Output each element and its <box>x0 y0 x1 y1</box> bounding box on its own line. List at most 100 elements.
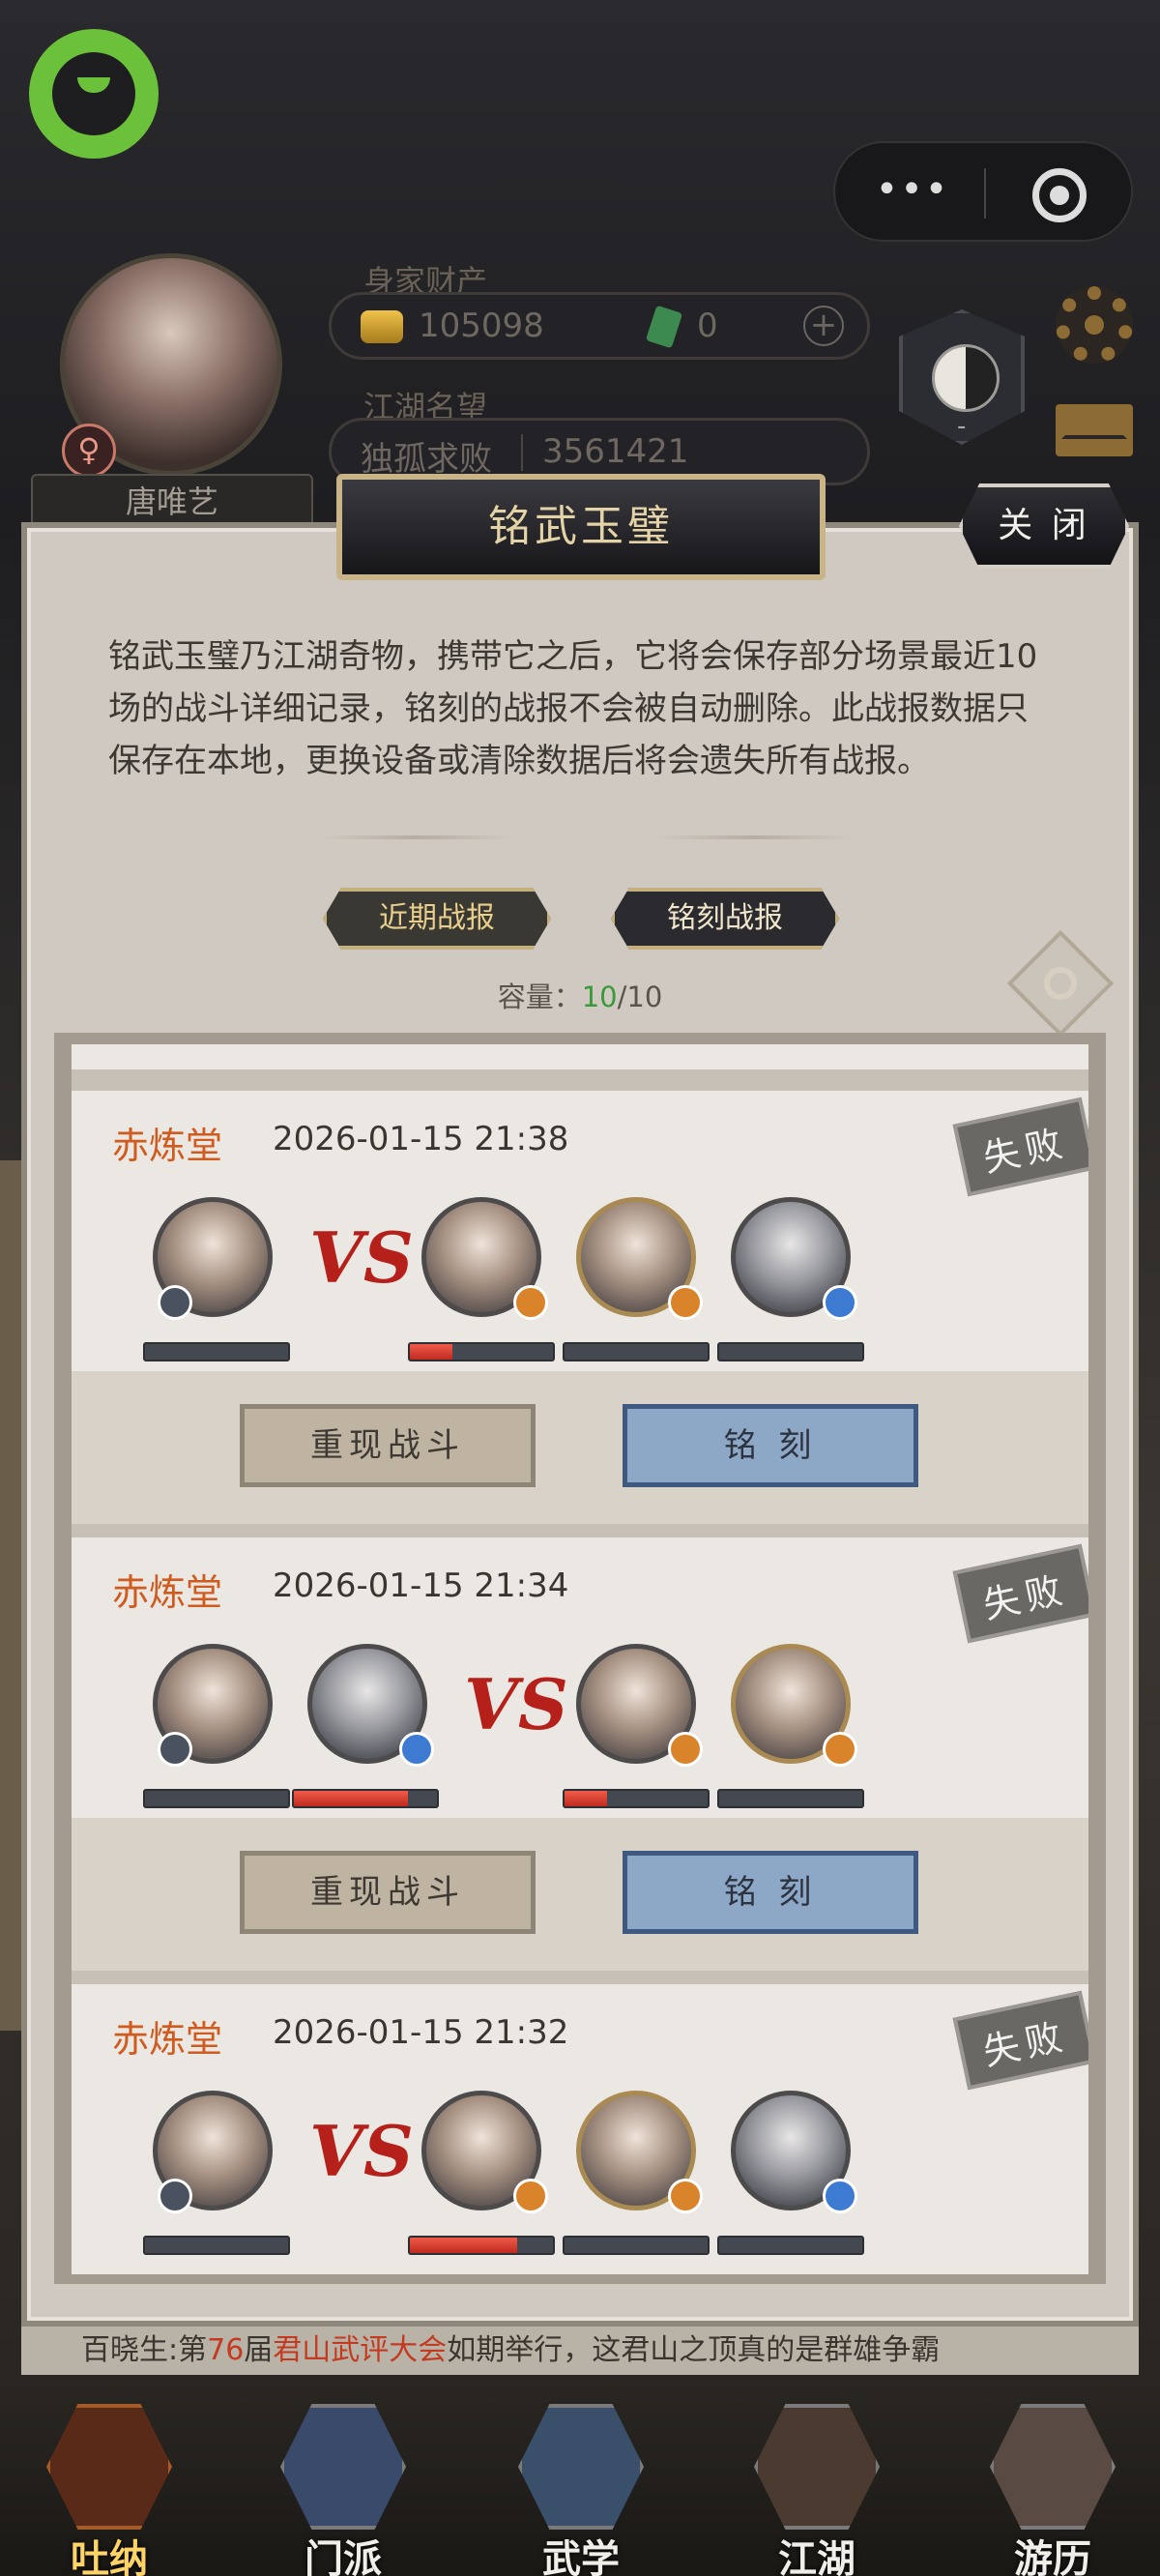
capsule-divider <box>984 168 986 219</box>
nav-item-travel[interactable]: 游历 <box>971 2396 1135 2576</box>
result-stamp: 失败 <box>952 1990 1088 2091</box>
battle-report-card: 赤炼堂 2026-01-15 21:38 失败 VS 重现战斗 铭 刻 <box>72 1091 1088 1524</box>
jade-amount: 0 <box>697 307 718 345</box>
enemy-hero-avatar[interactable] <box>731 1197 857 1320</box>
news-ticker: 百晓生:第76届君山武评大会如期举行，这君山之顶真的是群雄争霸 <box>21 2327 1139 2375</box>
hp-bar <box>143 2236 290 2255</box>
ally-hero-avatar[interactable] <box>153 2091 273 2213</box>
silver-ingot-icon <box>361 310 403 343</box>
ticker-mid: 届 <box>244 2333 274 2367</box>
result-stamp: 失败 <box>952 1097 1088 1197</box>
nav-item-tuna[interactable]: 吐纳 <box>27 2396 191 2576</box>
male-element-badge-icon <box>158 2179 192 2213</box>
hp-bar <box>563 1342 710 1361</box>
ornament-divider-left <box>319 835 512 839</box>
reputation-value: 3561421 <box>542 432 689 471</box>
female-gender-icon: ♀ <box>62 424 116 478</box>
ticker-number: 76 <box>207 2333 245 2367</box>
more-options-icon[interactable]: ••• <box>874 170 951 209</box>
hp-bar <box>717 1342 864 1361</box>
hp-bar <box>717 1789 864 1808</box>
hp-bar <box>408 2236 555 2255</box>
battle-report-card: 赤炼堂 2026-01-15 21:34 失败 VS 重现战斗 铭 刻 <box>72 1537 1088 1971</box>
hp-bar <box>717 2236 864 2255</box>
tab-engraved-reports[interactable]: 铭刻战报 <box>611 888 839 950</box>
fire-element-badge-icon <box>668 1285 703 1320</box>
vs-label: VS <box>309 2110 414 2192</box>
battle-report-list[interactable]: 赤炼堂 2026-01-15 21:38 失败 VS 重现战斗 铭 刻 赤炼堂 … <box>72 1044 1088 2274</box>
enemy-hero-avatar[interactable] <box>576 1644 703 1767</box>
panel-description: 铭武玉璧乃江湖奇物，携带它之后，它将会保存部分场景最近10场的战斗详细记录，铭刻… <box>108 637 1038 780</box>
enemy-hero-avatar[interactable] <box>731 2091 857 2213</box>
straw-hat-icon <box>754 2404 880 2530</box>
enemy-hero-avatar[interactable] <box>421 1197 548 1320</box>
nav-label: 门派 <box>304 2537 382 2576</box>
nav-label: 游历 <box>1014 2537 1091 2576</box>
fire-element-badge-icon <box>668 2179 703 2213</box>
vs-label: VS <box>464 1663 568 1745</box>
nav-item-martial-arts[interactable]: 武学 <box>499 2396 663 2576</box>
enemy-hero-avatar[interactable] <box>731 1644 857 1767</box>
hp-bar <box>563 1789 710 1808</box>
enemy-hero-avatar[interactable] <box>421 2091 548 2213</box>
scroll-books-icon <box>518 2404 644 2530</box>
nav-label: 江湖 <box>778 2537 856 2576</box>
hp-bar <box>563 2236 710 2255</box>
result-stamp: 失败 <box>952 1543 1088 1644</box>
close-button[interactable]: 关 闭 <box>959 483 1129 569</box>
tab-recent-reports[interactable]: 近期战报 <box>323 888 551 950</box>
ticker-suffix: 如期举行，这君山之顶真的是群雄争霸 <box>447 2333 941 2367</box>
ally-hero-avatar[interactable] <box>153 1197 273 1320</box>
wealth-bar: 105098 0 + <box>329 292 870 360</box>
engrave-button[interactable]: 铭 刻 <box>623 1404 918 1487</box>
battle-location: 赤炼堂 <box>112 1571 223 1614</box>
fire-element-badge-icon <box>513 2179 548 2213</box>
exit-mini-program-icon[interactable] <box>1032 168 1087 222</box>
replay-battle-button[interactable]: 重现战斗 <box>240 1851 536 1934</box>
mini-program-capsule: ••• <box>833 141 1133 242</box>
mail-icon[interactable] <box>1056 404 1133 456</box>
nav-item-sect[interactable]: 门派 <box>261 2396 425 2576</box>
battle-time: 2026-01-15 21:34 <box>273 1566 569 1605</box>
nav-item-jianghu[interactable]: 江湖 <box>735 2396 899 2576</box>
taiji-icon <box>932 344 1000 412</box>
male-element-badge-icon <box>158 1732 192 1767</box>
gourd-icon <box>46 2404 172 2530</box>
vs-label: VS <box>309 1216 414 1299</box>
capacity-used: 10 <box>581 981 618 1013</box>
ornament-divider-right <box>657 835 851 839</box>
fire-element-badge-icon <box>823 1732 857 1767</box>
capacity-total: /10 <box>617 981 663 1013</box>
ticker-event: 君山武评大会 <box>273 2333 448 2367</box>
panel-title: 铭武玉璧 <box>336 474 826 580</box>
jade-icon <box>645 305 683 349</box>
settings-gear-icon[interactable] <box>1056 286 1133 364</box>
nav-label: 吐纳 <box>71 2537 148 2576</box>
sect-rank: - <box>957 412 967 441</box>
battle-report-card: 赤炼堂 2026-01-15 21:32 失败 VS <box>72 1984 1088 2274</box>
engrave-button[interactable]: 铭 刻 <box>623 1851 918 1934</box>
bottom-navigation: 吐纳 门派 武学 江湖 游历 <box>0 2379 1160 2576</box>
fire-element-badge-icon <box>668 1732 703 1767</box>
add-currency-button[interactable]: + <box>803 306 844 346</box>
previous-card-edge <box>72 1044 1088 1069</box>
ally-hero-avatar[interactable] <box>153 1644 273 1767</box>
ally-hero-avatar[interactable] <box>307 1644 434 1767</box>
horse-icon <box>990 2404 1116 2530</box>
capacity-label: 容量： <box>497 981 582 1013</box>
sect-flag-icon <box>280 2404 406 2530</box>
male-element-badge-icon <box>158 1285 192 1320</box>
capacity-indicator: 容量：10/10 <box>483 975 677 1015</box>
silver-amount: 105098 <box>419 307 544 345</box>
enemy-hero-avatar[interactable] <box>576 1197 703 1320</box>
water-element-badge-icon <box>823 1285 857 1320</box>
water-element-badge-icon <box>823 2179 857 2213</box>
mini-program-logo-icon[interactable] <box>29 29 159 159</box>
battle-location: 赤炼堂 <box>112 2018 223 2061</box>
replay-battle-button[interactable]: 重现战斗 <box>240 1404 536 1487</box>
hp-bar <box>143 1789 290 1808</box>
hp-bar <box>143 1342 290 1361</box>
hp-bar <box>408 1342 555 1361</box>
enemy-hero-avatar[interactable] <box>576 2091 703 2213</box>
fire-element-badge-icon <box>513 1285 548 1320</box>
